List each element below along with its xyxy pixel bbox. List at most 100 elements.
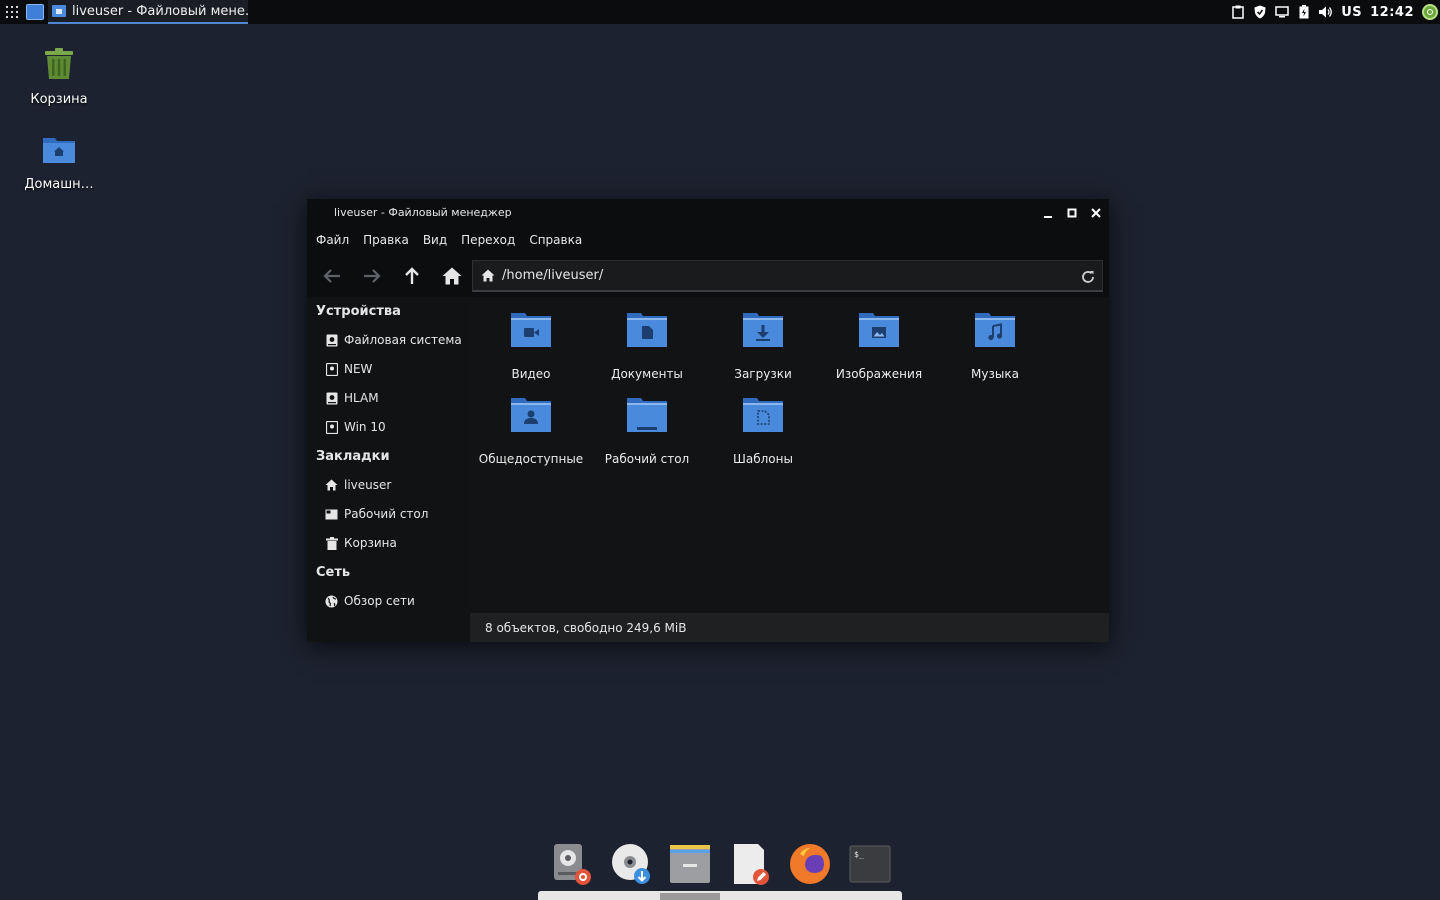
sidebar-item-filesystem[interactable]: Файловая система — [325, 331, 462, 349]
location-path[interactable]: /home/liveuser/ — [502, 268, 603, 283]
forward-button[interactable] — [360, 264, 384, 288]
menu-help[interactable]: Справка — [522, 233, 589, 247]
drive-icon — [325, 392, 338, 405]
templates-folder-icon — [705, 396, 821, 434]
status-bar: 8 объектов, свободно 249,6 MiB — [470, 613, 1109, 642]
file-item-name: Шаблоны — [733, 452, 793, 466]
sidebar-item-desktop[interactable]: Рабочий стол — [325, 505, 428, 523]
app-grid-icon[interactable] — [0, 0, 24, 24]
toolbar: /home/liveuser/ — [307, 253, 1109, 297]
system-tray: US 12:42 — [1231, 0, 1440, 24]
taskbar-window-button[interactable]: liveuser - Файловый мене… — [48, 0, 248, 24]
active-indicator — [660, 893, 720, 900]
location-bar[interactable]: /home/liveuser/ — [472, 260, 1103, 292]
home-button[interactable] — [440, 264, 464, 288]
file-item-downloads[interactable]: Загрузки — [705, 311, 821, 381]
file-item-video[interactable]: Видео — [473, 311, 589, 381]
sidebar-heading-bookmarks: Закладки — [316, 449, 390, 464]
desktop-folder-icon — [589, 396, 705, 434]
menu-view[interactable]: Вид — [416, 233, 454, 247]
file-item-pictures[interactable]: Изображения — [821, 311, 937, 381]
maximize-button[interactable] — [1064, 205, 1080, 221]
sidebar-item-label: Win 10 — [344, 420, 386, 434]
desktop-icon-trash[interactable]: Корзина — [9, 48, 109, 107]
dock: $_ — [538, 836, 902, 900]
sidebar-item-win10[interactable]: Win 10 — [325, 418, 386, 436]
monitor-icon[interactable] — [1275, 5, 1289, 19]
downloads-folder-icon — [705, 311, 821, 349]
arrow-up-icon — [405, 267, 419, 284]
keyboard-layout-indicator[interactable]: US — [1341, 5, 1362, 20]
dock-bar — [538, 891, 902, 900]
menu-file[interactable]: Файл — [309, 233, 356, 247]
session-menu-icon[interactable] — [1422, 4, 1438, 20]
sidebar-heading-devices: Устройства — [316, 304, 401, 319]
status-text: 8 объектов, свободно 249,6 MiB — [485, 620, 687, 635]
sidebar-item-new[interactable]: NEW — [325, 360, 372, 378]
sidebar-item-trash[interactable]: Корзина — [325, 534, 397, 552]
home-folder-icon — [9, 135, 109, 165]
globe-icon — [325, 595, 338, 608]
arrow-left-icon — [323, 269, 340, 283]
text-editor-icon[interactable] — [728, 842, 772, 886]
file-item-desktop[interactable]: Рабочий стол — [589, 396, 705, 466]
title-bar[interactable]: liveuser - Файловый менеджер — [307, 199, 1109, 227]
file-item-templates[interactable]: Шаблоны — [705, 396, 821, 466]
public-folder-icon — [473, 396, 589, 434]
close-button[interactable] — [1088, 205, 1104, 221]
firefox-icon[interactable] — [788, 842, 832, 886]
sidebar-item-label: Файловая система — [344, 333, 462, 347]
sidebar-item-liveuser[interactable]: liveuser — [325, 476, 391, 494]
minimize-button[interactable] — [1040, 205, 1056, 221]
clock[interactable]: 12:42 — [1370, 5, 1414, 20]
trash-icon — [325, 536, 338, 550]
file-manager-icon[interactable] — [668, 842, 712, 886]
svg-text:$_: $_ — [854, 850, 864, 859]
sidebar-item-label: Рабочий стол — [344, 507, 429, 521]
desktop-icon — [325, 508, 338, 521]
taskbar-window-title: liveuser - Файловый мене… — [72, 3, 248, 19]
file-item-name: Изображения — [835, 367, 923, 381]
file-item-public[interactable]: Общедоступные — [473, 396, 589, 466]
documents-folder-icon — [589, 311, 705, 349]
clipboard-icon[interactable] — [1231, 5, 1245, 19]
folder-icon — [52, 5, 66, 17]
reload-icon[interactable] — [1081, 269, 1095, 283]
file-view: Видео Документы Загрузки Изображения Муз… — [470, 297, 1109, 613]
disc-installer-icon[interactable] — [608, 842, 652, 886]
file-item-name: Музыка — [971, 367, 1019, 381]
sidebar-item-label: Обзор сети — [344, 594, 415, 608]
volume-icon[interactable] — [1319, 5, 1333, 19]
sidebar-item-browse-network[interactable]: Обзор сети — [325, 592, 415, 610]
home-icon — [325, 479, 338, 492]
desktop-icon-home[interactable]: Домашн… — [9, 135, 109, 192]
sidebar-heading-network: Сеть — [316, 565, 351, 580]
desktop-icon-label: Корзина — [30, 92, 88, 107]
file-manager-window: liveuser - Файловый менеджер Файл Правка… — [307, 199, 1109, 642]
up-button[interactable] — [400, 264, 424, 288]
home-icon — [442, 267, 462, 285]
show-desktop-button[interactable] — [26, 4, 44, 20]
sidebar-item-hlam[interactable]: HLAM — [325, 389, 379, 407]
file-item-music[interactable]: Музыка — [937, 311, 1053, 381]
drive-icon — [325, 362, 338, 376]
file-item-name: Видео — [511, 367, 551, 381]
file-item-name: Рабочий стол — [604, 452, 690, 466]
pictures-folder-icon — [821, 311, 937, 349]
menu-edit[interactable]: Правка — [356, 233, 416, 247]
sidebar-item-label: liveuser — [344, 478, 392, 492]
file-item-name: Загрузки — [734, 367, 792, 381]
drive-icon — [325, 334, 338, 347]
terminal-icon[interactable]: $_ — [848, 842, 892, 886]
disk-settings-icon[interactable] — [550, 842, 594, 886]
shield-icon[interactable] — [1253, 5, 1267, 19]
back-button[interactable] — [320, 264, 344, 288]
file-item-name: Общедоступные — [478, 452, 584, 466]
window-title: liveuser - Файловый менеджер — [334, 206, 512, 219]
menu-go[interactable]: Переход — [454, 233, 522, 247]
file-item-documents[interactable]: Документы — [589, 311, 705, 381]
sidebar-item-label: NEW — [344, 362, 373, 376]
sidebar-item-label: HLAM — [344, 391, 379, 405]
battery-icon[interactable] — [1297, 5, 1311, 19]
home-icon — [481, 269, 495, 283]
